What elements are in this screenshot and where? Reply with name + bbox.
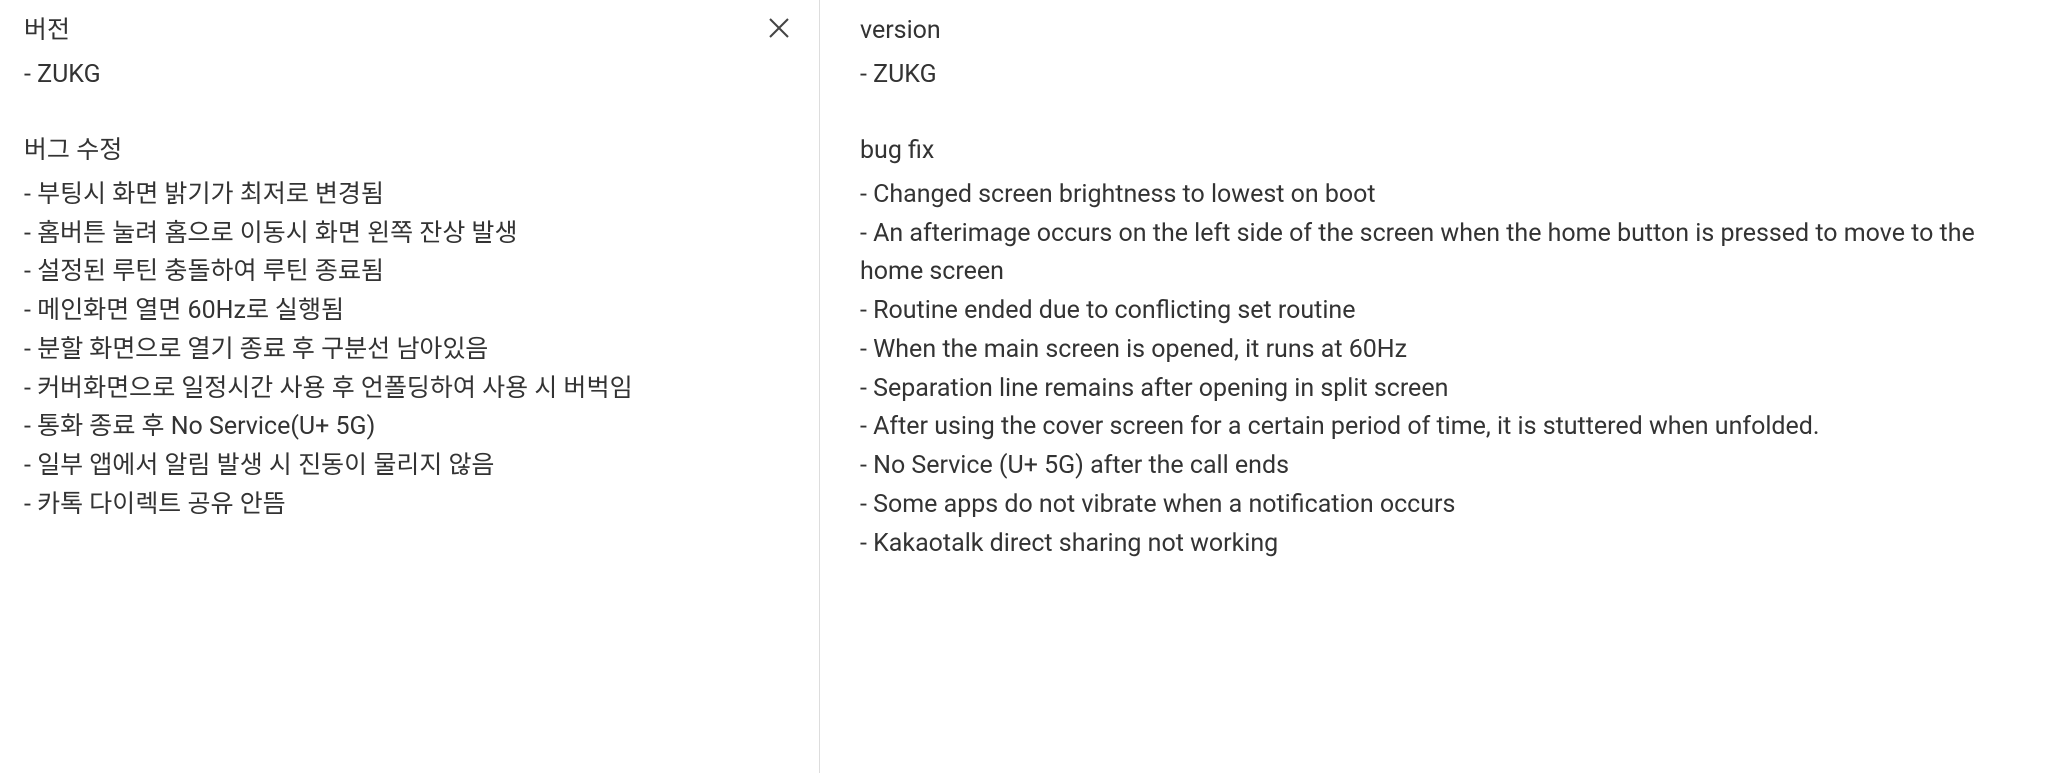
bugfix-label-left: 버그 수정 xyxy=(24,132,795,170)
bugfix-list-left: - 부팅시 화면 밝기가 최저로 변경됨- 홈버튼 눌려 홈으로 이동시 화면 … xyxy=(24,176,795,525)
bugfix-label-right: bug fix xyxy=(860,132,2024,170)
list-item: - Routine ended due to conflicting set r… xyxy=(860,292,2024,331)
list-item: - Kakaotalk direct sharing not working xyxy=(860,525,2024,564)
list-item: - 일부 앱에서 알림 발생 시 진동이 물리지 않음 xyxy=(24,447,795,486)
list-item: - 커버화면으로 일정시간 사용 후 언폴딩하여 사용 시 버벅임 xyxy=(24,370,795,409)
list-item: - 카톡 다이렉트 공유 안뜸 xyxy=(24,486,795,525)
list-item: - When the main screen is opened, it run… xyxy=(860,331,2024,370)
list-item: - Some apps do not vibrate when a notifi… xyxy=(860,486,2024,525)
list-item: - 분할 화면으로 열기 종료 후 구분선 남아있음 xyxy=(24,331,795,370)
version-label-right: version xyxy=(860,12,2024,50)
spacer xyxy=(24,94,795,132)
version-value-right: - ZUKG xyxy=(860,56,2024,95)
spacer xyxy=(860,94,2024,132)
list-item: - 설정된 루틴 충돌하여 루틴 종료됨 xyxy=(24,253,795,292)
two-column-container: 버전 - ZUKG 버그 수정 - 부팅시 화면 밝기가 최저로 변경됨- 홈버… xyxy=(0,0,2048,773)
list-item: - 홈버튼 눌려 홈으로 이동시 화면 왼쪽 잔상 발생 xyxy=(24,215,795,254)
list-item: - 부팅시 화면 밝기가 최저로 변경됨 xyxy=(24,176,795,215)
version-value-left: - ZUKG xyxy=(24,56,795,95)
close-icon xyxy=(768,16,790,44)
list-item: - 통화 종료 후 No Service(U+ 5G) xyxy=(24,408,795,447)
version-label-left: 버전 xyxy=(24,12,795,50)
list-item: - 메인화면 열면 60Hz로 실행됨 xyxy=(24,292,795,331)
list-item: - After using the cover screen for a cer… xyxy=(860,408,2024,447)
list-item: - An afterimage occurs on the left side … xyxy=(860,215,2024,293)
right-panel: version - ZUKG bug fix - Changed screen … xyxy=(820,0,2048,773)
list-item: - Changed screen brightness to lowest on… xyxy=(860,176,2024,215)
list-item: - No Service (U+ 5G) after the call ends xyxy=(860,447,2024,486)
list-item: - Separation line remains after opening … xyxy=(860,370,2024,409)
left-panel: 버전 - ZUKG 버그 수정 - 부팅시 화면 밝기가 최저로 변경됨- 홈버… xyxy=(0,0,820,773)
bugfix-list-right: - Changed screen brightness to lowest on… xyxy=(860,176,2024,564)
close-button[interactable] xyxy=(759,10,799,50)
